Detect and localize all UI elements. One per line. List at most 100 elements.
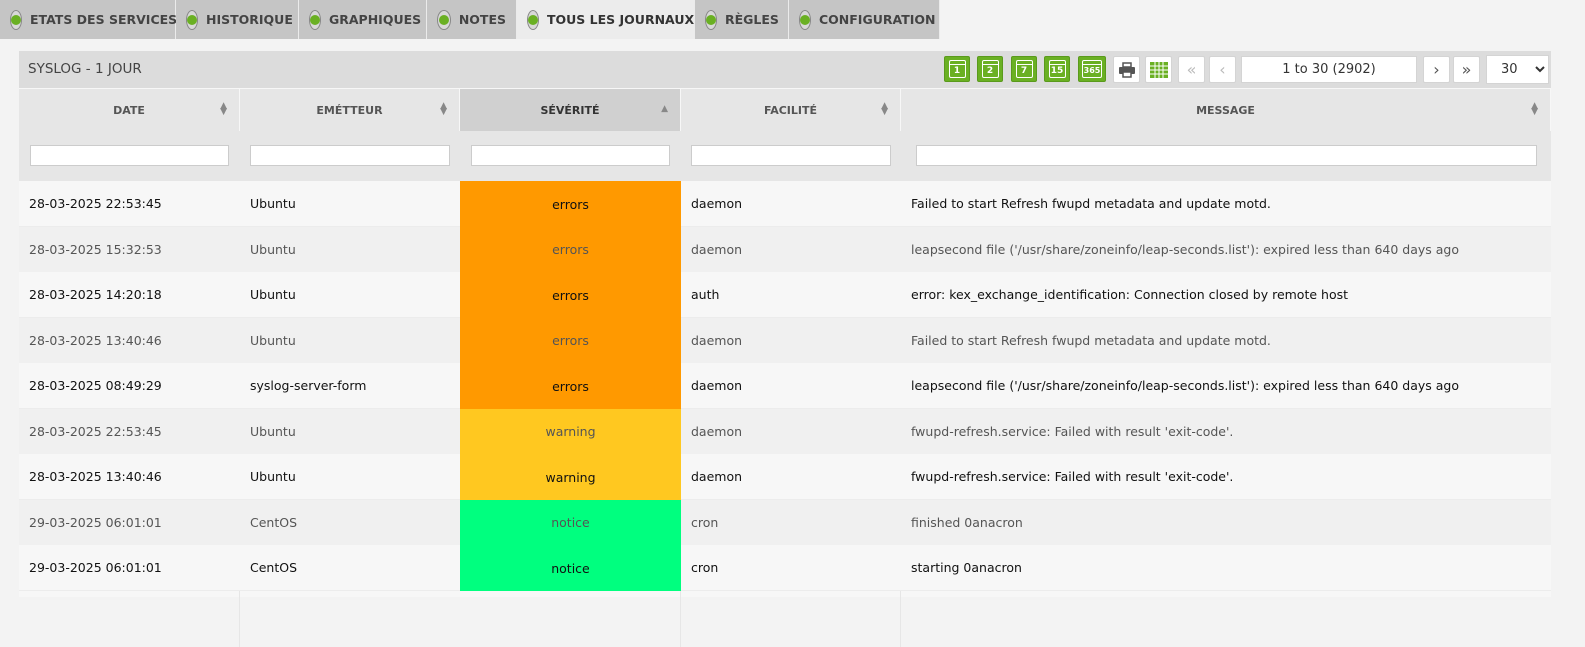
- message-cell: Failed to start Refresh fwupd metadata a…: [911, 332, 1271, 348]
- date-cell: 28-03-2025 13:40:46: [29, 332, 162, 348]
- tab-etats-des-services[interactable]: ETATS DES SERVICES: [0, 0, 178, 39]
- page-size-select[interactable]: 30: [1486, 55, 1549, 84]
- calendar-1-day-button[interactable]: 1: [944, 56, 970, 82]
- panel-title-bar: SYSLOG - 1 JOUR 1 2 7 15 365 « ‹ › » 30: [19, 51, 1551, 88]
- facility-cell: cron: [691, 514, 719, 530]
- next-page-button[interactable]: ›: [1423, 56, 1450, 83]
- previous-page-button[interactable]: ‹: [1209, 56, 1236, 83]
- tab-notes[interactable]: NOTES: [427, 0, 517, 39]
- chevron-right-icon: ›: [1433, 60, 1440, 79]
- tab-label: NOTES: [458, 12, 506, 27]
- tab-tous-les-journaux[interactable]: TOUS LES JOURNAUX: [517, 0, 695, 39]
- table-row[interactable]: 28-03-2025 08:49:29 syslog-server-form err…: [19, 363, 1551, 409]
- bar-chart-icon: [309, 9, 321, 30]
- date-cell: 28-03-2025 14:20:18: [29, 287, 162, 302]
- severity-cell: notice: [460, 499, 681, 546]
- tab-label: TOUS LES JOURNAUX: [547, 12, 695, 27]
- calendar-15-days-button[interactable]: 15: [1044, 56, 1070, 82]
- emetteur-filter-input[interactable]: [250, 145, 450, 166]
- printer-icon: [1118, 61, 1135, 78]
- pulse-icon: [10, 9, 22, 30]
- calendar-icon: 15: [1048, 60, 1066, 78]
- column-header-severite[interactable]: SÉVÉRITÉ ▲: [460, 89, 681, 131]
- double-chevron-right-icon: »: [1461, 60, 1472, 79]
- calendar-icon: 7: [1015, 60, 1033, 78]
- tab-bar: ETATS DES SERVICES HISTORIQUE GRAPHIQUES…: [0, 0, 940, 39]
- calendar-icon: 365: [1082, 60, 1102, 78]
- sort-icon: ▲ ▼: [881, 101, 888, 117]
- facility-cell: cron: [691, 560, 719, 575]
- tab-configuration[interactable]: CONFIGURATION: [789, 0, 940, 39]
- panel-title: SYSLOG - 1 JOUR: [28, 61, 142, 77]
- tab-label: RÈGLES: [725, 12, 779, 27]
- facility-cell: daemon: [691, 196, 743, 211]
- severity-cell: errors: [460, 226, 681, 273]
- table-row[interactable]: 28-03-2025 22:53:45 Ubuntu errors daemon Fai…: [19, 181, 1551, 227]
- rules-icon: [705, 9, 717, 30]
- emitter-cell: Ubuntu: [250, 196, 296, 211]
- message-cell: fwupd-refresh.service: Failed with resul…: [911, 469, 1234, 484]
- severity-cell: warning: [460, 454, 681, 500]
- globe-icon: [527, 9, 539, 30]
- table-row[interactable]: 28-03-2025 22:53:45 Ubuntu warning daemon fw…: [19, 408, 1551, 455]
- last-page-button[interactable]: »: [1453, 56, 1480, 83]
- column-header-date[interactable]: DATE ▲ ▼: [19, 89, 240, 131]
- table-row[interactable]: 29-03-2025 06:01:01 CentOS notice cron finis…: [19, 499, 1551, 546]
- column-header-label: DATE: [113, 103, 145, 117]
- calendar-7-days-button[interactable]: 7: [1011, 56, 1037, 82]
- double-chevron-left-icon: «: [1186, 60, 1197, 79]
- emitter-cell: Ubuntu: [250, 332, 296, 348]
- clock-icon: [186, 9, 198, 30]
- calendar-365-days-button[interactable]: 365: [1078, 56, 1106, 82]
- first-page-button[interactable]: «: [1178, 56, 1205, 83]
- tab-label: CONFIGURATION: [819, 12, 936, 27]
- date-cell: 28-03-2025 08:49:29: [29, 378, 162, 393]
- column-header-emetteur[interactable]: EMÉTTEUR ▲ ▼: [240, 89, 460, 131]
- table-row[interactable]: 29-03-2025 06:01:01 CentOS notice cron start…: [19, 545, 1551, 591]
- table-row[interactable]: 28-03-2025 15:32:53 Ubuntu errors daemon lea…: [19, 226, 1551, 273]
- message-cell: leapsecond file ('/usr/share/zoneinfo/le…: [911, 378, 1459, 393]
- table-row[interactable]: 28-03-2025 14:20:18 Ubuntu errors auth error…: [19, 272, 1551, 318]
- column-header-label: FACILITÉ: [763, 103, 818, 117]
- column-header-facilite[interactable]: FACILITÉ ▲ ▼: [681, 89, 901, 131]
- sort-ascending-icon: ▲: [661, 104, 668, 114]
- severite-filter-input[interactable]: [471, 145, 670, 166]
- column-header-message[interactable]: MESSAGE ▲ ▼: [901, 89, 1551, 131]
- date-cell: 29-03-2025 06:01:01: [29, 514, 162, 530]
- tab-label: HISTORIQUE: [206, 12, 293, 27]
- date-cell: 28-03-2025 22:53:45: [29, 423, 162, 439]
- emitter-cell: Ubuntu: [250, 287, 296, 302]
- tab-historique[interactable]: HISTORIQUE: [176, 0, 299, 39]
- severity-cell: warning: [460, 408, 681, 455]
- filter-row: [19, 131, 1551, 181]
- calendar-2-days-button[interactable]: 2: [977, 56, 1003, 82]
- table-row[interactable]: 28-03-2025 13:40:46 Ubuntu warning daemon fw…: [19, 454, 1551, 500]
- message-cell: Failed to start Refresh fwupd metadata a…: [911, 196, 1271, 211]
- sort-icon: ▲ ▼: [1531, 101, 1538, 117]
- date-filter-input[interactable]: [30, 145, 229, 166]
- column-header-label: MESSAGE: [1196, 103, 1255, 117]
- emitter-cell: CentOS: [250, 514, 298, 530]
- calendar-icon: 2: [981, 60, 999, 78]
- tab-regles[interactable]: RÈGLES: [695, 0, 789, 39]
- pager-range-input[interactable]: [1241, 56, 1417, 83]
- tab-graphiques[interactable]: GRAPHIQUES: [299, 0, 427, 39]
- facility-cell: daemon: [691, 378, 743, 393]
- tab-label: ETATS DES SERVICES: [30, 12, 178, 27]
- facility-cell: daemon: [691, 241, 743, 257]
- message-filter-input[interactable]: [916, 145, 1537, 166]
- table-row[interactable]: 28-03-2025 13:40:46 Ubuntu errors daemon Fai…: [19, 317, 1551, 364]
- print-button[interactable]: [1113, 56, 1140, 83]
- severity-cell: errors: [460, 181, 681, 227]
- message-cell: fwupd-refresh.service: Failed with resul…: [911, 423, 1234, 439]
- message-cell: finished 0anacron: [911, 514, 1023, 530]
- date-cell: 28-03-2025 13:40:46: [29, 469, 162, 484]
- columns-button[interactable]: [1145, 56, 1172, 83]
- emitter-cell: Ubuntu: [250, 241, 296, 257]
- facility-cell: auth: [691, 287, 720, 302]
- grid-icon: [1149, 61, 1168, 78]
- sort-icon: ▲ ▼: [440, 101, 447, 117]
- facility-cell: daemon: [691, 423, 743, 439]
- facility-cell: daemon: [691, 469, 743, 484]
- facilite-filter-input[interactable]: [691, 145, 891, 166]
